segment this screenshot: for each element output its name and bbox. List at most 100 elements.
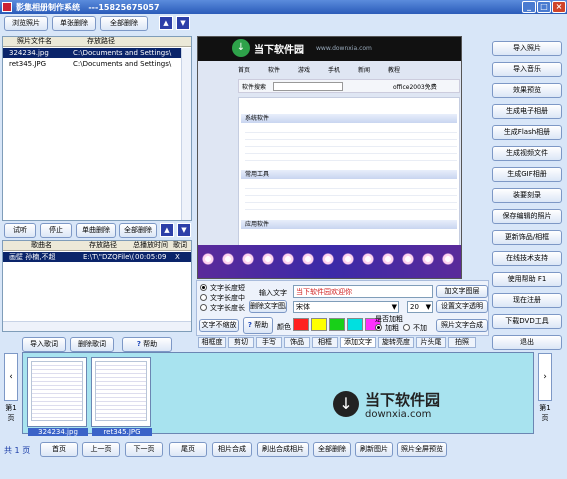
make-video-button[interactable]: 生成视频文件 bbox=[492, 146, 562, 161]
col-file-name: 照片文件名 bbox=[17, 37, 52, 45]
color-green-swatch[interactable] bbox=[329, 318, 345, 331]
app-icon bbox=[2, 2, 12, 12]
color-cyan-swatch[interactable] bbox=[347, 318, 363, 331]
delete-song-button[interactable]: 单曲删除 bbox=[76, 223, 116, 238]
photo-thumbnail[interactable]: 324234.jpg bbox=[27, 357, 88, 436]
tab-photo[interactable]: 拍照 bbox=[448, 337, 476, 348]
no-scale-button[interactable]: 文字不缩放 bbox=[199, 319, 239, 332]
listen-button[interactable]: 试听 bbox=[4, 223, 36, 238]
color-yellow-swatch[interactable] bbox=[311, 318, 327, 331]
photo-list-header: 照片文件名 存放路径 bbox=[3, 37, 191, 47]
next-page-arrow-icon[interactable]: › bbox=[538, 353, 552, 401]
color-red-swatch[interactable] bbox=[293, 318, 309, 331]
browse-photos-button[interactable]: 浏览照片 bbox=[4, 16, 48, 31]
photo-compose-button[interactable]: 相片合成 bbox=[212, 442, 252, 457]
online-support-button[interactable]: 在线技术支持 bbox=[492, 251, 562, 266]
make-album-button[interactable]: 生成电子相册 bbox=[492, 104, 562, 119]
register-button[interactable]: 现在注册 bbox=[492, 293, 562, 308]
delete-all-photos-button[interactable]: 全部删除 bbox=[100, 16, 148, 31]
burn-button[interactable]: 装要刻录 bbox=[492, 188, 562, 203]
table-row[interactable]: ret345.JPG C:\Documents and Settings\ bbox=[3, 59, 183, 69]
music-list-scrollbar[interactable] bbox=[3, 321, 191, 331]
stop-button[interactable]: 停止 bbox=[40, 223, 72, 238]
help-button[interactable]: ? 帮助 bbox=[122, 337, 172, 352]
make-flash-button[interactable]: 生成Flash相册 bbox=[492, 125, 562, 140]
no-bold-radio[interactable] bbox=[403, 324, 410, 331]
photo-list[interactable]: 照片文件名 存放路径 324234.jpg C:\Documents and S… bbox=[2, 36, 192, 221]
move-up-icon[interactable]: ▲ bbox=[159, 16, 173, 30]
delete-lyrics-button[interactable]: 删除歌词 bbox=[70, 337, 114, 352]
len-short-radio[interactable] bbox=[200, 284, 207, 291]
import-music-button[interactable]: 导入音乐 bbox=[492, 62, 562, 77]
prev-page-arrow-icon[interactable]: ‹ bbox=[4, 353, 18, 401]
flower-decoration bbox=[198, 249, 461, 273]
preview-search: 软件搜索 office2003免费 bbox=[238, 79, 460, 93]
tab-ornament[interactable]: 饰品 bbox=[284, 337, 310, 348]
bold-radio[interactable] bbox=[375, 324, 382, 331]
watermark-url: downxia.com bbox=[365, 409, 432, 420]
save-edited-button[interactable]: 保存编辑的照片 bbox=[492, 209, 562, 224]
table-row[interactable]: 324234.jpg C:\Documents and Settings\ bbox=[3, 48, 183, 58]
compose-text-button[interactable]: 照片文字合成 bbox=[436, 319, 488, 332]
tab-add-text[interactable]: 添加文字 bbox=[340, 337, 376, 348]
make-gif-button[interactable]: 生成GIF相册 bbox=[492, 167, 562, 182]
download-logo-icon: ↓ bbox=[232, 39, 250, 57]
preview-section: 应用软件 bbox=[241, 220, 457, 229]
len-mid-radio[interactable] bbox=[200, 294, 207, 301]
help-f1-button[interactable]: 使用帮助 F1 bbox=[492, 272, 562, 287]
preview-canvas: ↓ 当下软件园 www.downxia.com 首页 软件 游戏 手机 新闻 教… bbox=[197, 36, 462, 279]
text-options-panel: 文字长度短 文字长度中 文字长度长 输入文字 当下软件园欢迎你 加文字图层 删除… bbox=[196, 280, 489, 336]
delete-text-layer-button[interactable]: 删除文字图层 bbox=[249, 300, 287, 313]
text-input[interactable]: 当下软件园欢迎你 bbox=[293, 285, 433, 298]
tab-intro-outro[interactable]: 片头尾 bbox=[416, 337, 446, 348]
import-photos-button[interactable]: 导入照片 bbox=[492, 41, 562, 56]
music-list[interactable]: 歌曲名 存放路径 总播放时间 歌词 画壁 孙楠,不超 E:\T\"DZQFile… bbox=[2, 240, 192, 332]
preview-brand: 当下软件园 bbox=[254, 45, 304, 56]
last-page-button[interactable]: 尾页 bbox=[169, 442, 207, 457]
download-logo-icon: ↓ bbox=[333, 391, 359, 417]
title-bar: 影集相册制作系统 ---15825675057 _ □ × bbox=[0, 0, 567, 14]
update-ornaments-button[interactable]: 更新饰品/相框 bbox=[492, 230, 562, 245]
delete-all-songs-button[interactable]: 全部删除 bbox=[119, 223, 157, 238]
thumbnail-image bbox=[31, 361, 83, 421]
tab-frame-degree[interactable]: 相框度 bbox=[198, 337, 226, 348]
preview-header: ↓ 当下软件园 www.downxia.com bbox=[198, 37, 461, 61]
col-path: 存放路径 bbox=[87, 37, 115, 45]
tab-cut[interactable]: 剪切 bbox=[228, 337, 254, 348]
delete-all-thumbs-button[interactable]: 全部删除 bbox=[313, 442, 351, 457]
add-text-layer-button[interactable]: 加文字图层 bbox=[436, 285, 488, 298]
refresh-composed-button[interactable]: 刷出合成相片 bbox=[257, 442, 309, 457]
next-page-button[interactable]: 下一页 bbox=[125, 442, 163, 457]
minimize-button[interactable]: _ bbox=[522, 1, 536, 13]
tab-frame[interactable]: 相框 bbox=[312, 337, 338, 348]
effect-preview-button[interactable]: 效果预览 bbox=[492, 83, 562, 98]
set-transparent-button[interactable]: 设置文字透明 bbox=[436, 300, 488, 313]
prev-page-button[interactable]: 上一页 bbox=[82, 442, 120, 457]
song-up-icon[interactable]: ▲ bbox=[160, 223, 174, 237]
thumbnail-label: ret345.JPG bbox=[92, 428, 152, 436]
import-lyrics-button[interactable]: 导入歌词 bbox=[22, 337, 66, 352]
window-title: 影集相册制作系统 ---15825675057 bbox=[16, 3, 160, 12]
table-row[interactable]: 画壁 孙楠,不超 E:\T\"DZQFile\( 00:05:09 X bbox=[3, 252, 191, 262]
text-help-button[interactable]: ? 帮助 bbox=[243, 317, 273, 334]
fullscreen-preview-button[interactable]: 照片全屏预览 bbox=[397, 442, 447, 457]
delete-photo-button[interactable]: 单张删除 bbox=[52, 16, 96, 31]
tab-rotate-brightness[interactable]: 旋转亮度 bbox=[378, 337, 414, 348]
tab-handwrite[interactable]: 手写 bbox=[256, 337, 282, 348]
refresh-images-button[interactable]: 刷新图片 bbox=[355, 442, 393, 457]
thumbnail-strip[interactable]: 324234.jpg ret345.JPG ↓ 当下软件园 downxia.co… bbox=[22, 352, 534, 436]
maximize-button[interactable]: □ bbox=[537, 1, 551, 13]
help-icon: ? bbox=[136, 340, 141, 348]
len-long-radio[interactable] bbox=[200, 304, 207, 311]
first-page-button[interactable]: 首页 bbox=[40, 442, 78, 457]
move-down-icon[interactable]: ▼ bbox=[176, 16, 190, 30]
font-select[interactable]: 宋体 ▼ bbox=[293, 301, 399, 313]
download-dvd-button[interactable]: 下载DVD工具 bbox=[492, 314, 562, 329]
song-down-icon[interactable]: ▼ bbox=[177, 223, 191, 237]
photo-list-scrollbar[interactable] bbox=[181, 48, 191, 220]
thumbnail-image bbox=[95, 361, 147, 421]
close-button[interactable]: × bbox=[552, 1, 566, 13]
photo-thumbnail[interactable]: ret345.JPG bbox=[91, 357, 152, 436]
font-size-select[interactable]: 20 ▼ bbox=[407, 301, 433, 313]
exit-button[interactable]: 退出 bbox=[492, 335, 562, 350]
